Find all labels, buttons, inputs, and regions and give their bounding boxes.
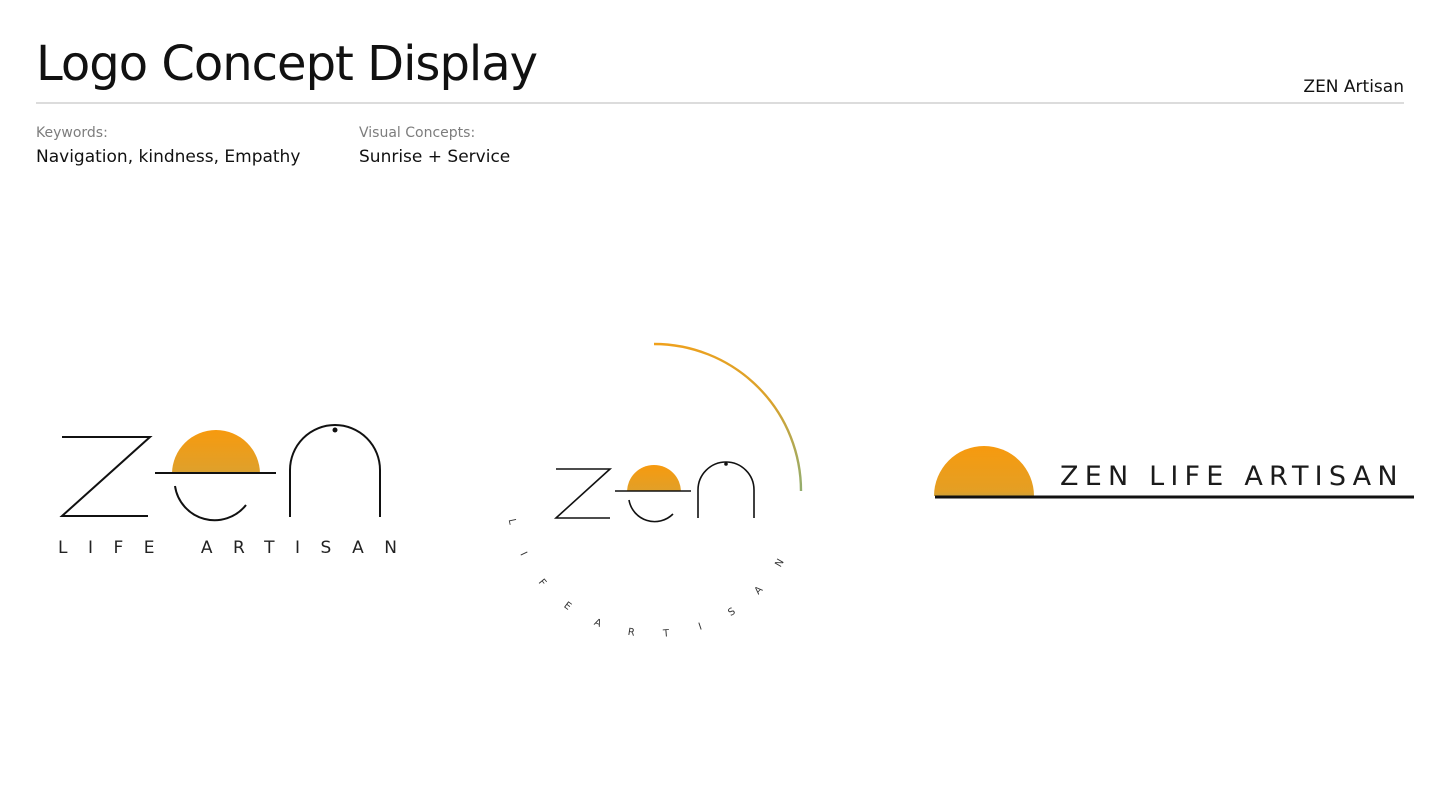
logo-horizontal-mark [934, 446, 1414, 499]
horizontal-wordmark: ZEN LIFE ARTISAN [1060, 461, 1404, 492]
